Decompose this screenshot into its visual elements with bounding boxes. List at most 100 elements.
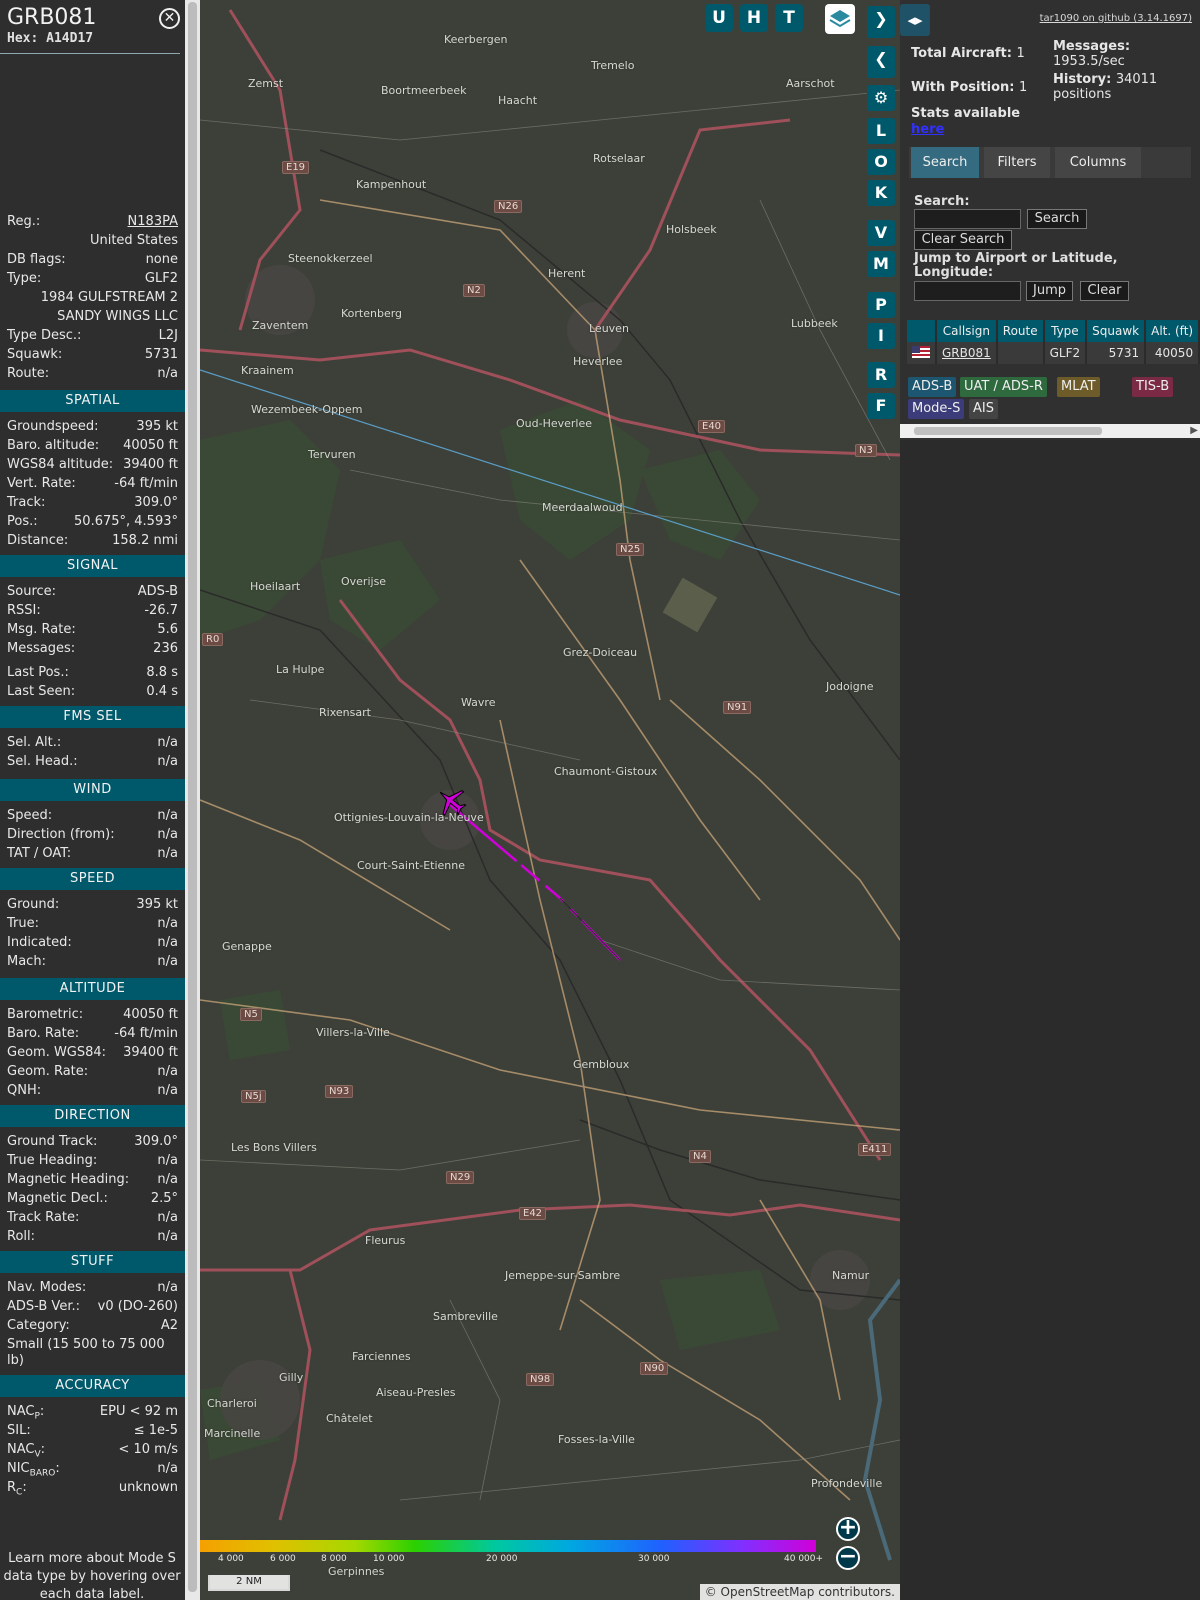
tab-columns[interactable]: Columns — [1055, 147, 1141, 178]
column-type[interactable]: Type — [1043, 320, 1088, 342]
info-panel-scrollbar[interactable] — [185, 0, 200, 1600]
info-row: NACV: < 10 m/s — [7, 1440, 178, 1460]
info-value: 50.675°, 4.593° — [74, 514, 178, 529]
info-value: n/a — [157, 827, 178, 842]
toggle-h-button[interactable]: H — [740, 4, 768, 32]
road-label: N29 — [446, 1171, 475, 1184]
column-flag[interactable] — [907, 320, 937, 342]
info-label: Barometric: — [7, 1007, 84, 1022]
source-badge-ads-b[interactable]: ADS-B — [908, 377, 957, 397]
info-label: Magnetic Heading: — [7, 1172, 130, 1187]
toggle-i-button[interactable]: I — [867, 323, 895, 349]
place-label: Sambreville — [433, 1310, 498, 1323]
info-label: Distance: — [7, 533, 69, 548]
callsign-link[interactable]: GRB081 — [936, 342, 998, 364]
place-label: Fleurus — [365, 1234, 406, 1247]
tab-search[interactable]: Search — [911, 147, 979, 178]
jump-button[interactable]: Jump — [1026, 281, 1073, 301]
place-label: La Hulpe — [276, 663, 325, 676]
info-label: Squawk: — [7, 347, 63, 362]
toggle-sidebar-width-button[interactable]: ◂▸ — [900, 4, 930, 36]
github-link[interactable]: tar1090 on github (3.14.1697) — [1040, 13, 1192, 24]
place-label: Aarschot — [786, 77, 835, 90]
road-label: N3 — [855, 444, 877, 457]
source-badge-ais[interactable]: AIS — [969, 399, 998, 419]
info-row: NICBARO: n/a — [7, 1459, 178, 1479]
toggle-t-button[interactable]: T — [775, 4, 803, 32]
place-label: Châtelet — [326, 1412, 373, 1425]
info-label: Route: — [7, 366, 50, 381]
toggle-u-button[interactable]: U — [705, 4, 733, 32]
tar1090-app: GRB081 Hex: A14D17 ✕ Reg.: N183PA United S… — [0, 0, 1200, 1600]
source-badge-mode-s[interactable]: Mode-S — [908, 399, 965, 419]
info-value: < 10 m/s — [118, 1442, 178, 1457]
stats-here-link[interactable]: here — [911, 122, 944, 137]
place-label: Kraainem — [241, 364, 294, 377]
place-label: Jodoigne — [826, 680, 874, 693]
toggle-v-button[interactable]: V — [867, 220, 895, 246]
expand-sidebar-button[interactable]: ❯ — [867, 6, 895, 38]
map-attribution[interactable]: © OpenStreetMap contributors. — [699, 1584, 900, 1600]
altitude-color-scale — [200, 1540, 816, 1552]
column-route[interactable]: Route — [996, 320, 1045, 342]
place-label: Gembloux — [573, 1058, 630, 1071]
info-row: WGS84 altitude: 39400 ft — [7, 455, 178, 474]
close-icon[interactable]: ✕ — [159, 8, 180, 29]
jump-input[interactable] — [914, 281, 1021, 301]
zoom-out-button[interactable]: − — [836, 1546, 860, 1570]
scrollbar-thumb[interactable] — [188, 2, 197, 1592]
toggle-k-button[interactable]: K — [867, 180, 895, 206]
toggle-f-button[interactable]: F — [867, 393, 895, 419]
info-row: Vert. Rate: -64 ft/min — [7, 474, 178, 493]
column-squawk[interactable]: Squawk — [1086, 320, 1147, 342]
collapse-sidebar-button[interactable]: ❮ — [867, 46, 895, 78]
toggle-o-button[interactable]: O — [867, 149, 895, 175]
table-row[interactable]: GRB081 GLF2 5731 40050 — [907, 342, 1200, 364]
minus-icon: − — [838, 1544, 858, 1569]
layers-button[interactable] — [825, 4, 855, 34]
column-callsign[interactable]: Callsign — [936, 320, 998, 342]
info-value: 0.4 s — [146, 684, 178, 699]
info-row: Ground Track: 309.0° — [7, 1132, 178, 1151]
tab-filters[interactable]: Filters — [984, 147, 1050, 178]
info-label: Ground Track: — [7, 1134, 98, 1149]
road-label: N25 — [616, 543, 645, 556]
table-horizontal-scrollbar[interactable]: ▶ — [900, 424, 1200, 438]
settings-button[interactable]: ⚙ — [867, 85, 895, 111]
source-badge-tis-b[interactable]: TIS-B — [1132, 377, 1174, 397]
registration-link[interactable]: N183PA — [128, 212, 178, 231]
info-label: Vert. Rate: — [7, 476, 76, 491]
section-header-spatial: SPATIAL — [0, 390, 185, 412]
info-row: Type: GLF2 — [7, 269, 178, 288]
info-row: Type Desc.: L2J — [7, 326, 178, 345]
info-label: Geom. Rate: — [7, 1064, 89, 1079]
info-label: Nav. Modes: — [7, 1280, 87, 1295]
table-cell: 40050 — [1145, 342, 1200, 364]
search-button[interactable]: Search — [1027, 209, 1087, 229]
clear-search-button[interactable]: Clear Search — [914, 230, 1012, 250]
clear-jump-button[interactable]: Clear — [1080, 281, 1129, 301]
source-badge-uat-ads-r[interactable]: UAT / ADS-R — [960, 377, 1047, 397]
info-label: Mach: — [7, 954, 46, 969]
zoom-in-button[interactable]: + — [836, 1517, 860, 1541]
info-label: Messages: — [7, 641, 76, 656]
toggle-m-button[interactable]: M — [867, 251, 895, 277]
info-row: True Heading: n/a — [7, 1151, 178, 1170]
column-alt-ft-[interactable]: Alt. (ft) — [1145, 320, 1200, 342]
scrollbar-thumb[interactable] — [914, 427, 1102, 435]
search-input[interactable] — [914, 209, 1021, 229]
info-value: ≤ 1e-5 — [133, 1423, 178, 1438]
toggle-r-button[interactable]: R — [867, 362, 895, 388]
info-value: 2.5° — [150, 1191, 178, 1206]
toggle-p-button[interactable]: P — [867, 292, 895, 318]
info-value: 236 — [153, 641, 178, 656]
info-row: Roll: n/a — [7, 1227, 178, 1246]
source-badge-mlat[interactable]: MLAT — [1057, 377, 1100, 397]
scroll-right-icon[interactable]: ▶ — [1190, 424, 1198, 438]
gear-icon: ⚙ — [873, 88, 889, 107]
info-row: Groundspeed: 395 kt — [7, 417, 178, 436]
toggle-l-button[interactable]: L — [867, 118, 895, 144]
altitude-scale-tick: 40 000+ — [784, 1554, 824, 1564]
road-label: R0 — [202, 633, 224, 646]
map-view[interactable]: Keerbergen Tremelo Aarschot Zemst Boortmeerb… — [200, 0, 900, 1600]
